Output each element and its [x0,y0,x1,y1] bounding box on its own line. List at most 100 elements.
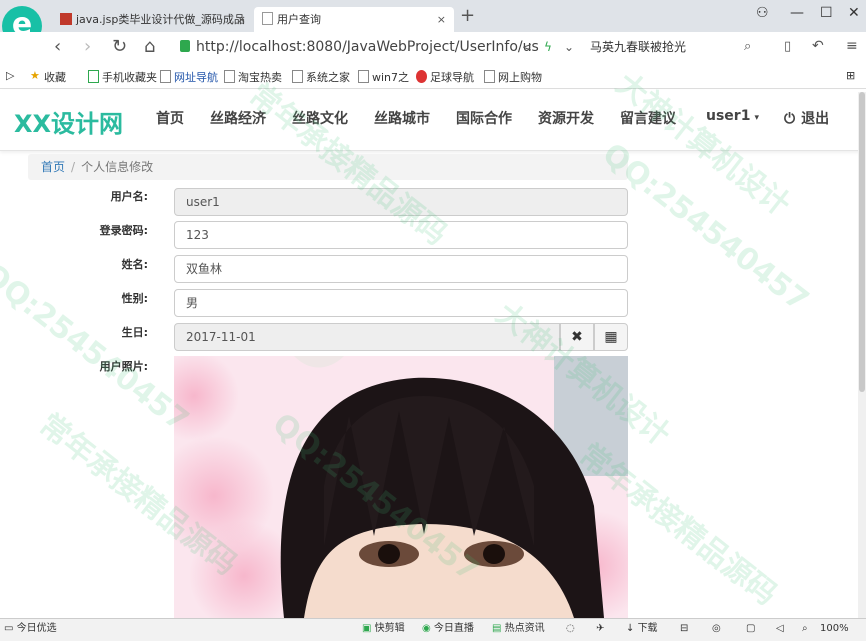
site-logo[interactable]: XX设计网 [14,104,123,139]
power-icon: ⏻ [784,111,796,127]
status-item[interactable]: ↓ 下载 [626,619,658,639]
name-field[interactable]: 双鱼林 [174,255,628,283]
scissors-icon: ▣ [362,623,375,634]
birthday-field[interactable]: 2017-11-01 [174,323,560,351]
bookmarks-toggle-icon[interactable]: ▷ [6,69,14,82]
status-item-label: 今日直播 [433,623,474,634]
maximize-icon[interactable]: ☐ [820,5,833,21]
notebook-icon[interactable]: ▢ [746,619,755,639]
share-icon[interactable]: ⋖ [522,40,532,54]
back-icon[interactable]: ‹ [54,36,61,57]
username-label: 用户名: [110,190,148,203]
status-item[interactable]: ◉ 今日直播 [422,619,474,639]
clear-date-icon[interactable]: ✖ [560,323,594,351]
browser-tab-bar: java.jsp类毕业设计代做_源码成品 × 用户查询 × + ⚇ — ☐ ✕ [0,0,866,32]
calendar-icon[interactable]: ▦ [594,323,628,351]
page-icon [358,70,369,83]
birthday-label: 生日: [121,326,148,339]
chevron-down-icon[interactable]: ⌄ [564,40,574,54]
bookmarks-bar: ▷ ★ 收藏 手机收藏夹 网址导航 淘宝热卖 系统之家 win7之 足球导航 网… [0,64,866,89]
close-tab-icon[interactable]: × [437,7,446,32]
favicon-icon [60,13,72,25]
nav-silkroad-city[interactable]: 丝路城市 [374,108,430,128]
today-picks-label: 今日优选 [16,623,57,634]
close-window-icon[interactable]: ✕ [848,5,860,21]
bookmark-item[interactable]: 手机收藏夹 [88,69,157,85]
status-bar: ▭ 今日优选 ▣ 快剪辑 ◉ 今日直播 ▤ 热点资讯 ◌ ✈ ↓ 下载 ⊟ ◎ … [0,618,866,641]
pin-icon[interactable]: ✈ [596,619,604,639]
bookmark-item[interactable]: 网址导航 [160,69,218,85]
search-icon[interactable]: ⌕ [744,39,751,54]
bookmark-item[interactable]: 网上购物 [484,69,542,85]
download-icon: ↓ [626,623,638,634]
bookmark-label: 手机收藏夹 [102,71,157,84]
browser-tab-active[interactable]: 用户查询 × [254,7,454,32]
nav-resources[interactable]: 资源开发 [538,108,594,128]
status-item[interactable]: ▤ 热点资讯 [492,619,545,639]
page-icon [224,70,235,83]
forward-icon[interactable]: › [84,36,91,57]
name-label: 姓名: [121,258,148,271]
gender-field[interactable]: 男 [174,289,628,317]
bookmark-item[interactable]: 系统之家 [292,69,350,85]
star-icon: ★ [30,69,40,82]
browser-tab[interactable]: java.jsp类毕业设计代做_源码成品 × [58,7,254,32]
username-field[interactable]: user1 [174,188,628,216]
grid-icon[interactable]: ⊞ [846,69,855,82]
nav-silkroad-culture[interactable]: 丝路文化 [292,108,348,128]
split-icon[interactable]: ⊟ [680,619,688,639]
breadcrumb: 首页 / 个人信息修改 [28,154,628,180]
nav-home[interactable]: 首页 [156,108,184,128]
gender-label: 性别: [121,292,148,305]
phone-icon [88,70,99,83]
news-icon: ▤ [492,623,505,634]
password-field[interactable]: 123 [174,221,628,249]
mobile-icon[interactable]: ▯ [784,39,791,54]
volume-icon[interactable]: ◁ [776,619,784,639]
bookmark-label: 系统之家 [306,71,350,84]
status-item-label: 热点资讯 [504,623,545,634]
search-text: 马英九春联被抢光 [590,40,687,54]
user-photo [174,356,628,618]
football-icon [416,70,427,83]
zoom-level[interactable]: 100% [820,619,849,639]
nav-silkroad-economy[interactable]: 丝路经济 [210,108,266,128]
nav-feedback[interactable]: 留言建议 [620,108,676,128]
bookmark-item[interactable]: 淘宝热卖 [224,69,282,85]
logout-button[interactable]: ⏻ 退出 [784,108,829,128]
status-item[interactable]: ▣ 快剪辑 [362,619,405,639]
menu-icon[interactable]: ≡ [846,38,858,54]
user-name: user1 [706,108,751,124]
watermark-text: QQ:254540457 [0,256,196,439]
breadcrumb-separator: / [71,160,76,174]
undo-icon[interactable]: ↶ [812,38,824,54]
today-picks[interactable]: ▭ 今日优选 [4,619,57,639]
breadcrumb-home[interactable]: 首页 [41,160,65,174]
address-bar: ‹ › ↻ ⌂ http://localhost:8080/JavaWebPro… [0,32,866,65]
bookmark-item[interactable]: 收藏 [44,69,66,85]
scrollbar[interactable] [858,92,866,618]
refresh-icon[interactable]: ↻ [112,36,127,57]
zoom-icon: ⌕ [802,623,808,634]
url-input[interactable]: http://localhost:8080/JavaWebProject/Use… [180,36,580,58]
home-icon[interactable]: ⌂ [144,36,155,57]
translate-icon[interactable]: ◎ [712,619,721,639]
user-photo-image [174,356,628,618]
bookmark-item[interactable]: 足球导航 [416,69,474,85]
minimize-icon[interactable]: — [790,5,804,21]
scrollbar-thumb[interactable] [859,92,865,392]
status-item-label: 下载 [637,623,658,634]
site-header: XX设计网 首页 丝路经济 丝路文化 丝路城市 国际合作 资源开发 留言建议 u… [0,90,866,151]
logout-label: 退出 [801,111,830,127]
search-input[interactable]: 马英九春联被抢光 [590,36,760,58]
bookmark-item[interactable]: win7之 [358,69,409,85]
shield-status-icon[interactable]: ◌ [566,619,575,639]
shirt-icon[interactable]: ⚇ [756,5,769,21]
lightning-icon[interactable]: ϟ [544,40,552,54]
bookmark-label: 淘宝热卖 [238,71,282,84]
close-tab-icon[interactable]: × [237,7,246,32]
user-menu[interactable]: user1 ▾ [706,108,759,124]
bookmark-label: 足球导航 [430,71,474,84]
new-tab-icon[interactable]: + [460,5,475,26]
nav-international[interactable]: 国际合作 [456,108,512,128]
